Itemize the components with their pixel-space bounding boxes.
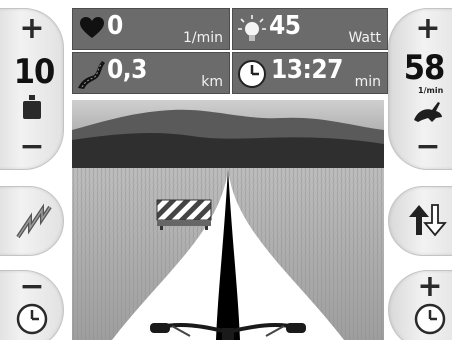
resistance-minus-button[interactable]: − [8, 132, 56, 162]
distance-value: 0,3 [107, 55, 147, 85]
heart-rate-value: 0 [107, 11, 123, 41]
lightbulb-icon [238, 15, 266, 41]
resistance-plus-button[interactable]: + [8, 14, 56, 44]
clock-icon [238, 60, 266, 88]
cadence-value: 58 [403, 48, 446, 88]
distance-unit: km [201, 74, 223, 90]
ride-scene [72, 100, 384, 340]
cadence-unit: 1/min [418, 86, 444, 95]
bolt-icon [16, 203, 52, 239]
up-down-arrows-icon [409, 204, 447, 237]
resistance-value: 10 [13, 52, 56, 92]
weight-icon [23, 95, 41, 119]
road-barrier [156, 199, 212, 230]
distance-stat: 0,3 km [72, 52, 230, 94]
heart-rate-unit: 1/min [182, 30, 223, 46]
time-plus-sign: + [417, 269, 443, 304]
time-unit: min [354, 74, 381, 90]
time-stat: 13:27 min [232, 52, 388, 94]
heart-rate-stat: 0 1/min [72, 8, 230, 50]
road-icon [78, 61, 105, 89]
power-unit: Watt [348, 30, 381, 46]
hills-front [72, 133, 384, 172]
heart-icon [80, 17, 104, 38]
cadence-plus-button[interactable]: + [404, 14, 452, 44]
power-value: 45 [269, 11, 301, 41]
clock-icon [16, 303, 48, 335]
rabbit-icon [414, 102, 442, 122]
power-stat: 45 Watt [232, 8, 388, 50]
time-value: 13:27 [271, 55, 343, 85]
clock-icon [414, 303, 446, 335]
time-minus-sign: − [19, 269, 45, 304]
cadence-minus-button[interactable]: − [404, 132, 452, 162]
